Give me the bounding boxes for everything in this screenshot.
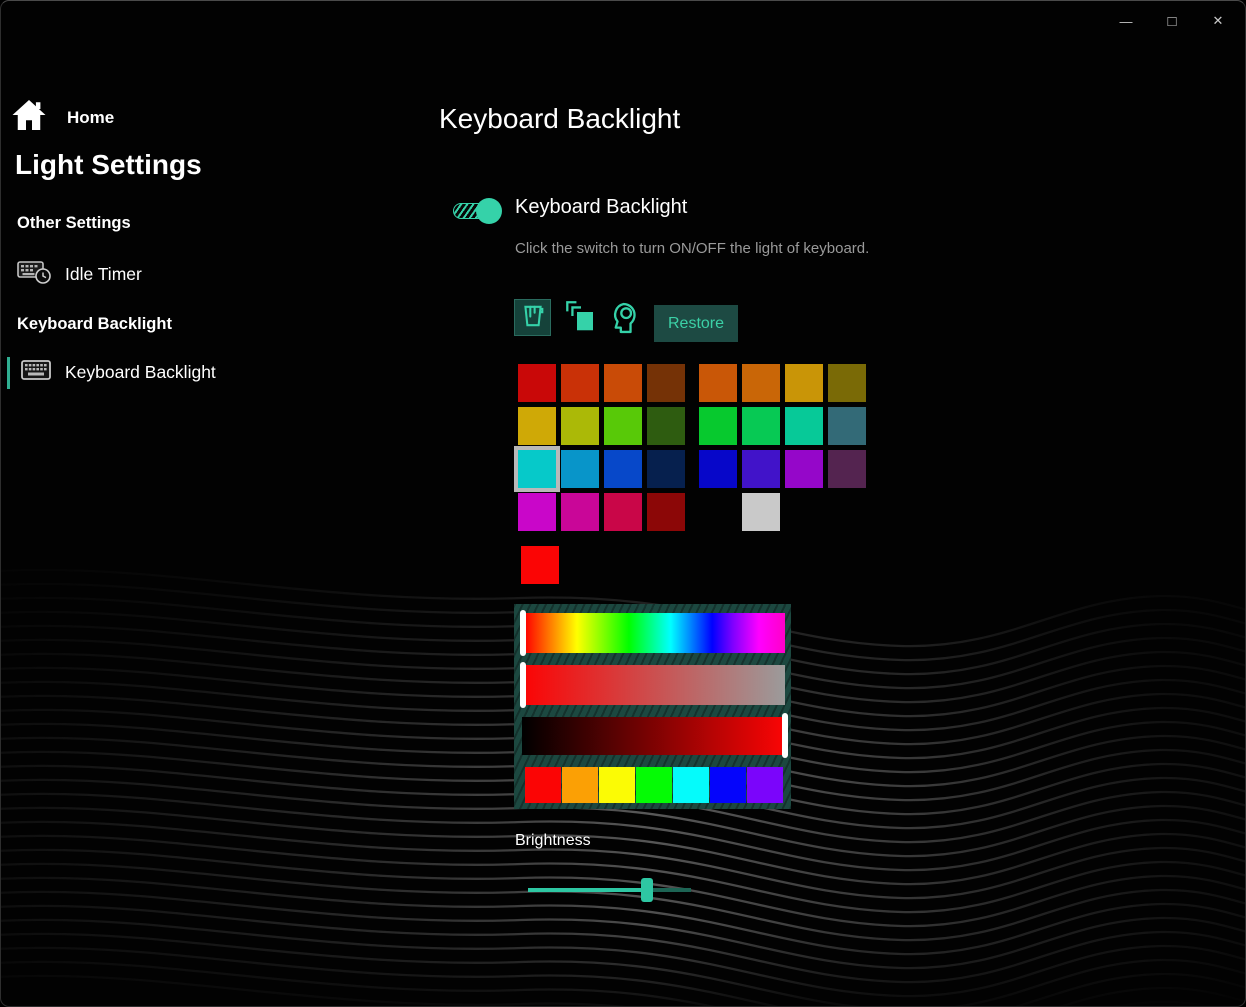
static-color-mode-button[interactable] <box>514 299 551 336</box>
palette-swatch[interactable] <box>647 450 685 488</box>
palette-swatch[interactable] <box>518 407 556 445</box>
sidebar-item-idle-timer[interactable]: Idle Timer <box>17 259 142 290</box>
palette-grid-right <box>699 364 866 531</box>
selected-item-indicator <box>7 357 10 389</box>
app-window: — □ ✕ Home Light Settings Other Settings <box>0 0 1246 1007</box>
color-picker-panel <box>514 604 791 809</box>
palette-swatch-selected[interactable] <box>518 450 556 488</box>
palette-swatch[interactable] <box>647 407 685 445</box>
palette-swatch[interactable] <box>742 450 780 488</box>
value-slider-handle[interactable] <box>782 713 788 758</box>
window-controls: — □ ✕ <box>1103 1 1241 41</box>
palette-swatch[interactable] <box>742 364 780 402</box>
current-color-swatch <box>521 546 559 584</box>
preset-color-swatch[interactable] <box>747 767 783 803</box>
home-label: Home <box>67 107 115 127</box>
toggle-description: Click the switch to turn ON/OFF the ligh… <box>515 240 870 257</box>
palette-swatch[interactable] <box>828 450 866 488</box>
palette-swatch[interactable] <box>785 407 823 445</box>
brightness-slider-handle[interactable] <box>640 878 653 902</box>
preset-color-swatch[interactable] <box>562 767 598 803</box>
palette-swatch[interactable] <box>518 364 556 402</box>
saturation-slider-handle[interactable] <box>520 662 526 708</box>
palette-grid-left <box>518 364 685 531</box>
page-title: Keyboard Backlight <box>439 103 681 134</box>
minimize-button[interactable]: — <box>1103 1 1149 41</box>
sidebar-title: Light Settings <box>15 149 202 180</box>
palette-swatch[interactable] <box>742 407 780 445</box>
maximize-button[interactable]: □ <box>1149 1 1195 41</box>
palette-swatch[interactable] <box>561 407 599 445</box>
sidebar-section-keyboard-backlight: Keyboard Backlight <box>17 315 172 333</box>
preset-color-swatch[interactable] <box>710 767 746 803</box>
palette-swatch[interactable] <box>828 364 866 402</box>
palette-swatch[interactable] <box>742 493 780 531</box>
preset-color-swatch[interactable] <box>636 767 672 803</box>
palette-swatch[interactable] <box>604 407 642 445</box>
keyboard-icon <box>21 359 51 386</box>
sidebar-item-label: Keyboard Backlight <box>65 362 216 382</box>
layered-pages-icon <box>565 300 597 335</box>
palette-swatch[interactable] <box>561 493 599 531</box>
palette-swatch[interactable] <box>785 450 823 488</box>
restore-button[interactable]: Restore <box>654 305 738 342</box>
brightness-label: Brightness <box>515 832 591 849</box>
sidebar-item-keyboard-backlight[interactable]: Keyboard Backlight <box>21 359 216 386</box>
preset-color-swatch[interactable] <box>599 767 635 803</box>
palette-swatch[interactable] <box>518 493 556 531</box>
paint-bucket-icon <box>520 303 546 332</box>
palette-swatch[interactable] <box>699 450 737 488</box>
preset-color-swatch[interactable] <box>673 767 709 803</box>
toggle-knob <box>476 198 502 224</box>
sidebar-section-other-settings: Other Settings <box>17 214 131 232</box>
palette-swatch[interactable] <box>647 364 685 402</box>
brightness-slider[interactable] <box>528 878 691 902</box>
palette-swatch[interactable] <box>604 364 642 402</box>
preset-color-row <box>525 767 783 803</box>
hue-bar[interactable] <box>525 613 785 653</box>
sidebar-item-label: Idle Timer <box>65 264 142 284</box>
palette-swatch[interactable] <box>647 493 685 531</box>
palette-swatch[interactable] <box>561 450 599 488</box>
palette-swatch[interactable] <box>561 364 599 402</box>
close-button[interactable]: ✕ <box>1195 1 1241 41</box>
sidebar-item-home[interactable]: Home <box>11 98 114 137</box>
value-bar[interactable] <box>522 717 785 755</box>
palette-swatch[interactable] <box>699 407 737 445</box>
preset-color-swatch[interactable] <box>525 767 561 803</box>
brightness-slider-fill <box>528 888 647 892</box>
smart-mode-button[interactable] <box>603 299 643 339</box>
palette-swatch[interactable] <box>785 364 823 402</box>
palette-swatch[interactable] <box>604 493 642 531</box>
keyboard-clock-icon <box>17 259 51 290</box>
palette-swatch[interactable] <box>828 407 866 445</box>
palette-swatch[interactable] <box>604 450 642 488</box>
multi-layer-mode-button[interactable] <box>560 296 602 338</box>
head-profile-icon <box>606 301 640 338</box>
palette-swatch[interactable] <box>699 364 737 402</box>
saturation-bar[interactable] <box>525 665 785 705</box>
home-icon <box>11 98 47 137</box>
keyboard-backlight-toggle[interactable] <box>453 198 502 224</box>
toggle-label: Keyboard Backlight <box>515 196 688 218</box>
hue-slider-handle[interactable] <box>520 610 526 656</box>
